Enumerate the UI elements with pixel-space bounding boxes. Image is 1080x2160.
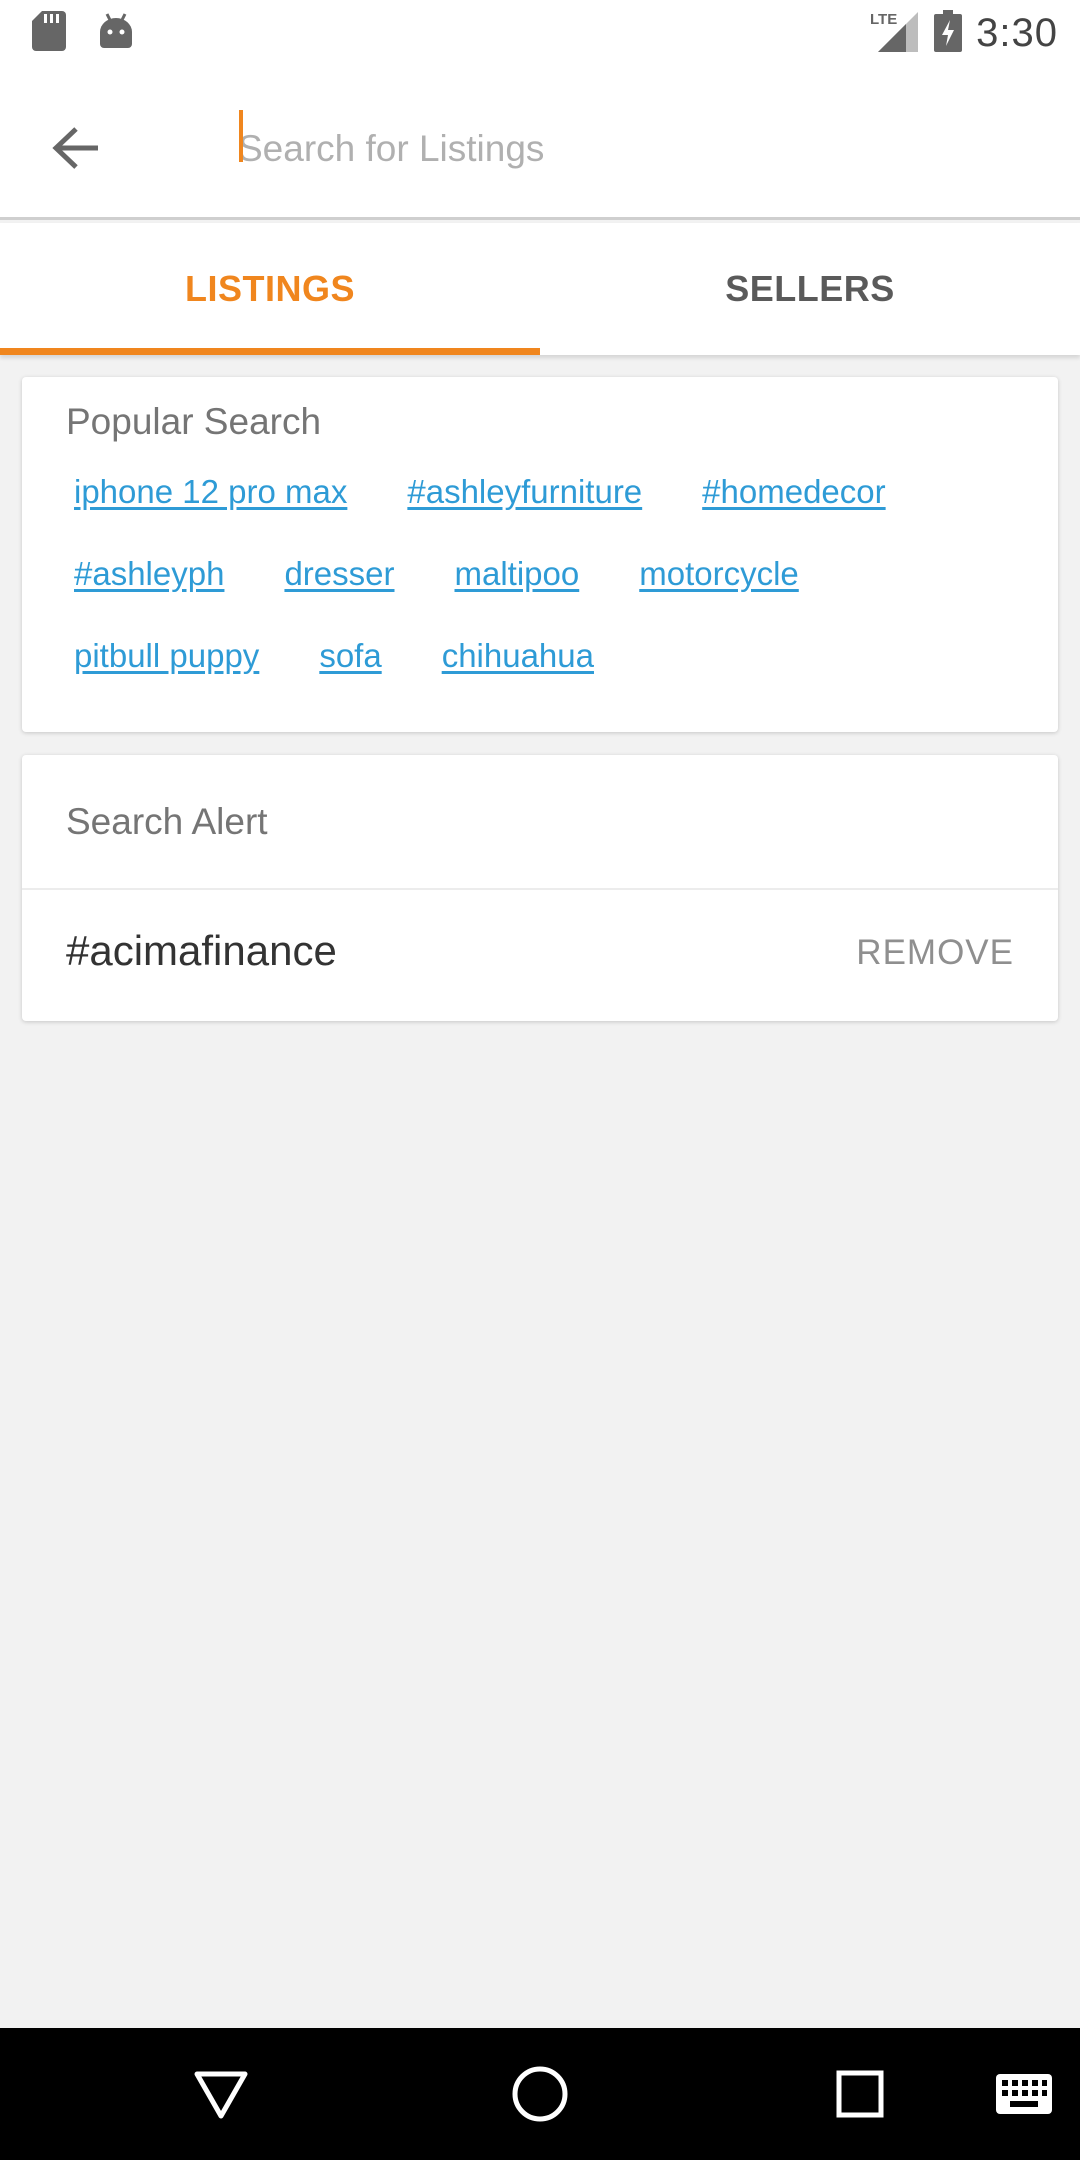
search-alert-card: Search Alert #acimafinance REMOVE bbox=[22, 755, 1058, 1021]
keyboard-icon bbox=[996, 2074, 1052, 2114]
keyboard-switch-button[interactable] bbox=[988, 2058, 1060, 2130]
status-right: LTE 3:30 bbox=[870, 8, 1058, 59]
arrow-back-icon bbox=[52, 127, 98, 169]
status-time: 3:30 bbox=[976, 10, 1058, 55]
text-cursor bbox=[239, 110, 243, 162]
popular-search-link[interactable]: #ashleyfurniture bbox=[407, 473, 642, 511]
divider bbox=[22, 888, 1058, 890]
popular-search-link[interactable]: #homedecor bbox=[702, 473, 885, 511]
search-alert-term[interactable]: #acimafinance bbox=[66, 927, 337, 975]
search-input[interactable] bbox=[238, 106, 1038, 192]
popular-search-link[interactable]: chihuahua bbox=[442, 637, 594, 675]
status-bar: LTE 3:30 bbox=[0, 0, 1080, 66]
popular-search-link[interactable]: #ashleyph bbox=[74, 555, 224, 593]
system-nav-bar bbox=[0, 2028, 1080, 2160]
popular-search-link[interactable]: maltipoo bbox=[455, 555, 580, 593]
back-button[interactable] bbox=[40, 112, 112, 184]
signal-icon: LTE bbox=[870, 8, 920, 59]
popular-search-row: pitbull puppy sofa chihuahua bbox=[74, 637, 594, 675]
network-type-label: LTE bbox=[870, 11, 897, 28]
tab-sellers[interactable]: SELLERS bbox=[540, 223, 1080, 355]
popular-search-link[interactable]: pitbull puppy bbox=[74, 637, 259, 675]
search-header bbox=[0, 66, 1080, 220]
popular-search-title: Popular Search bbox=[66, 401, 322, 442]
remove-alert-button[interactable]: REMOVE bbox=[856, 933, 1014, 973]
nav-recents-button[interactable] bbox=[824, 2058, 896, 2130]
tab-listings[interactable]: LISTINGS bbox=[0, 223, 540, 355]
popular-search-row: iphone 12 pro max #ashleyfurniture #home… bbox=[74, 473, 886, 511]
popular-search-row: #ashleyph dresser maltipoo motorcycle bbox=[74, 555, 799, 593]
popular-search-card: Popular Search iphone 12 pro max #ashley… bbox=[22, 377, 1058, 732]
sd-card-icon bbox=[32, 10, 66, 56]
tab-bar: LISTINGS SELLERS bbox=[0, 223, 1080, 355]
popular-search-link[interactable]: iphone 12 pro max bbox=[74, 473, 347, 511]
nav-back-button[interactable] bbox=[185, 2058, 257, 2130]
triangle-back-icon bbox=[194, 2071, 248, 2119]
popular-search-link[interactable]: sofa bbox=[319, 637, 381, 675]
android-icon bbox=[98, 12, 134, 55]
search-alert-title: Search Alert bbox=[66, 801, 268, 842]
screen: LTE 3:30 LISTINGS bbox=[0, 0, 1080, 2160]
popular-search-link[interactable]: dresser bbox=[284, 555, 394, 593]
popular-search-link[interactable]: motorcycle bbox=[639, 555, 799, 593]
battery-charging-icon bbox=[934, 9, 963, 57]
square-recents-icon bbox=[836, 2070, 884, 2118]
circle-home-icon bbox=[512, 2066, 568, 2122]
status-left bbox=[32, 10, 134, 56]
nav-home-button[interactable] bbox=[504, 2058, 576, 2130]
